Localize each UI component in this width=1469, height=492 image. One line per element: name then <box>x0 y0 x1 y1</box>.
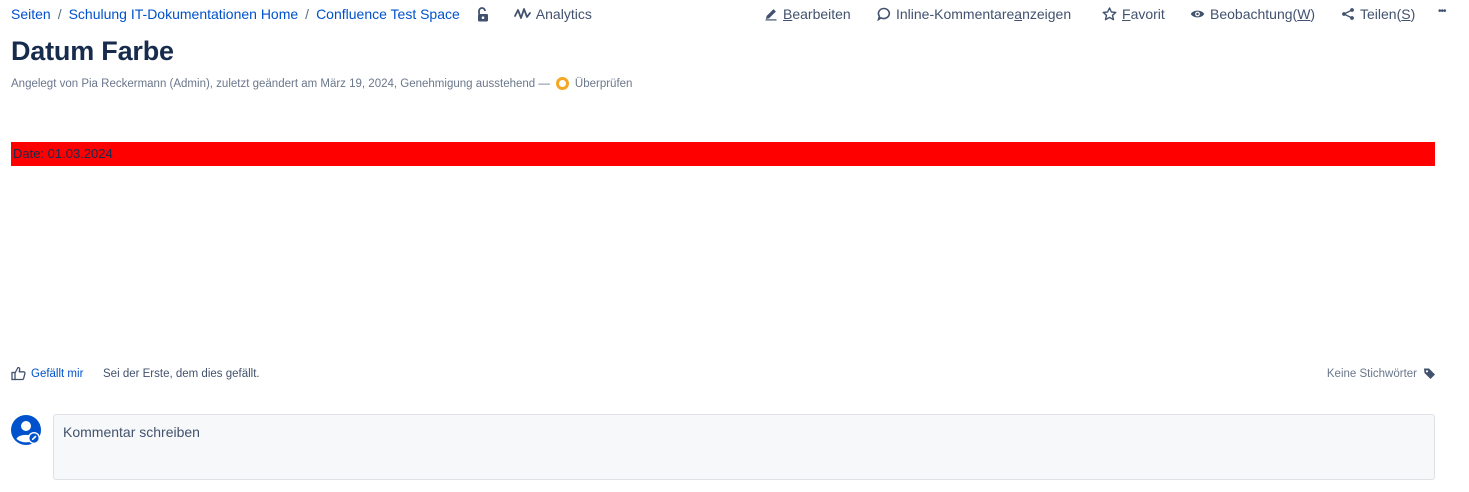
watch-button[interactable]: Beobachtung(W) <box>1190 6 1315 22</box>
tags-label: Keine Stichwörter <box>1326 367 1417 380</box>
comment-icon <box>877 7 891 21</box>
page-byline: Angelegt von Pia Reckermann (Admin), zul… <box>11 77 632 90</box>
date-text: Date: 01.03.2024 <box>13 146 113 161</box>
star-icon <box>1102 7 1117 21</box>
pencil-icon <box>765 9 777 21</box>
page-actions: Bearbeiten Inline-Kommentare a nzeigen Fa… <box>0 6 1469 26</box>
share-icon <box>1342 8 1354 20</box>
like-label: Gefällt mir <box>31 367 84 380</box>
review-link[interactable]: Überprüfen <box>575 78 633 90</box>
comment-input[interactable]: Kommentar schreiben <box>53 414 1435 480</box>
byline-text: Angelegt von Pia Reckermann (Admin), zul… <box>11 77 550 90</box>
colored-date-block: Date: 01.03.2024 <box>11 142 1435 166</box>
like-status-text: Sei der Erste, dem dies gefällt. <box>103 368 260 380</box>
tags-area: Keine Stichwörter <box>1327 367 1436 380</box>
eye-icon <box>1190 10 1205 18</box>
top-bar: Seiten / Schulung IT-Dokumentationen Hom… <box>0 0 1469 30</box>
inline-comments-button[interactable]: Inline-Kommentare a nzeigen <box>877 6 1071 22</box>
comment-placeholder: Kommentar schreiben <box>63 424 200 440</box>
favorite-button[interactable]: Favorit <box>1102 6 1165 22</box>
review-status-icon <box>555 77 569 90</box>
page-footer: Gefällt mir Sei der Erste, dem dies gefä… <box>0 366 1469 384</box>
edit-button[interactable]: Bearbeiten <box>764 6 851 22</box>
thumbs-up-icon <box>11 366 26 381</box>
share-button[interactable]: Teilen(S) <box>1341 6 1415 22</box>
more-actions-button[interactable]: ••• <box>1438 6 1446 17</box>
page-title: Datum Farbe <box>11 36 174 66</box>
like-button[interactable]: Gefällt mir <box>11 366 83 381</box>
tag-icon[interactable] <box>1423 367 1436 380</box>
user-avatar-icon <box>11 415 41 445</box>
